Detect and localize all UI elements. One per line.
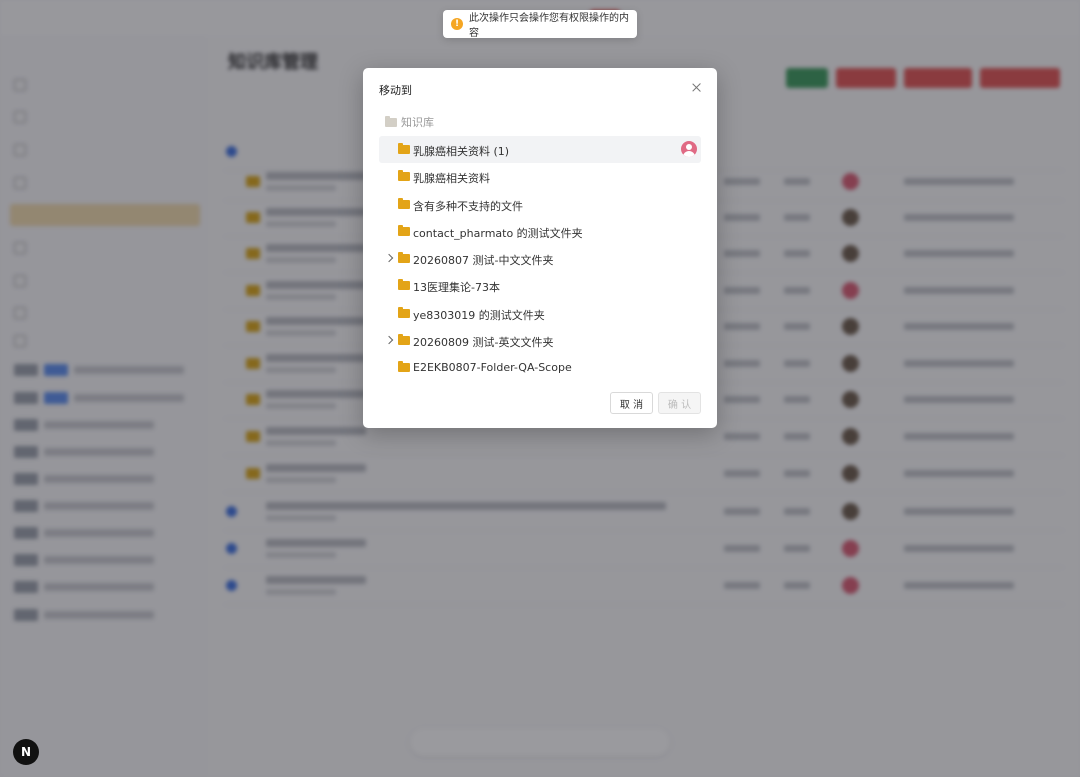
folder-icon: [398, 279, 410, 293]
folder-tree-item-label: 13医理集论-73本: [413, 281, 500, 295]
chevron-right-icon[interactable]: [384, 253, 394, 263]
avatar: [681, 141, 697, 157]
close-icon[interactable]: [689, 80, 705, 96]
folder-tree-item[interactable]: ye8303019 的测试文件夹: [379, 300, 701, 327]
folder-tree-item[interactable]: contact_pharmato 的测试文件夹: [379, 218, 701, 245]
folder-tree-item-label: 乳腺癌相关资料: [413, 172, 490, 186]
confirm-button[interactable]: 确 认: [658, 392, 701, 414]
move-to-dialog: 移动到 知识库 乳腺癌相关资料 (1) 乳腺癌相关资料含有多种不支持的文件 cont…: [363, 68, 717, 428]
folder-icon: [398, 143, 410, 157]
folder-tree: 乳腺癌相关资料 (1) 乳腺癌相关资料含有多种不支持的文件 contact_phar…: [379, 136, 701, 382]
folder-icon: [398, 224, 410, 239]
folder-tree-item[interactable]: 13医理集论-73本: [379, 272, 701, 299]
folder-icon: [398, 252, 410, 266]
folder-tree-item[interactable]: 20260809 测试-英文文件夹: [379, 327, 701, 354]
folder-icon: [398, 170, 410, 184]
folder-tree-item-label: 20260809 测试-英文文件夹: [413, 336, 554, 350]
cancel-button[interactable]: 取 消: [610, 392, 653, 414]
folder-icon: [398, 306, 410, 321]
warning-icon: !: [451, 18, 463, 30]
folder-tree-item[interactable]: E2EKB0807-Folder-QA-Scope: [379, 354, 701, 381]
folder-tree-item-label: E2EKB0807-Folder-QA-Scope: [413, 361, 572, 375]
folder-icon: [398, 197, 410, 212]
toast-message: 此次操作只会操作您有权限操作的内容: [469, 13, 629, 39]
folder-tree-item-label: 20260807 测试-中文文件夹: [413, 254, 554, 268]
dialog-title: 移动到: [379, 84, 412, 97]
folder-icon: [398, 334, 410, 348]
permission-toast: ! 此次操作只会操作您有权限操作的内容: [443, 10, 637, 39]
folder-tree-item-label: 乳腺癌相关资料 (1): [413, 145, 510, 158]
folder-icon: [385, 115, 397, 127]
tree-root-label: 知识库: [401, 116, 434, 129]
folder-tree-item-label: contact_pharmato 的测试文件夹: [413, 226, 583, 240]
folder-tree-item[interactable]: 20260807 测试-中文文件夹: [379, 245, 701, 272]
chevron-right-icon[interactable]: [384, 335, 394, 345]
folder-tree-item[interactable]: 含有多种不支持的文件: [379, 191, 701, 218]
next-dev-badge[interactable]: N: [13, 739, 39, 765]
folder-tree-item-label: 含有多种不支持的文件: [413, 199, 523, 213]
folder-icon: [398, 361, 410, 375]
folder-tree-item[interactable]: 乳腺癌相关资料: [379, 163, 701, 190]
folder-tree-item[interactable]: 乳腺癌相关资料 (1): [379, 136, 701, 164]
folder-tree-item-label: ye8303019 的测试文件夹: [413, 308, 545, 322]
tree-root-item[interactable]: 知识库: [385, 114, 434, 130]
